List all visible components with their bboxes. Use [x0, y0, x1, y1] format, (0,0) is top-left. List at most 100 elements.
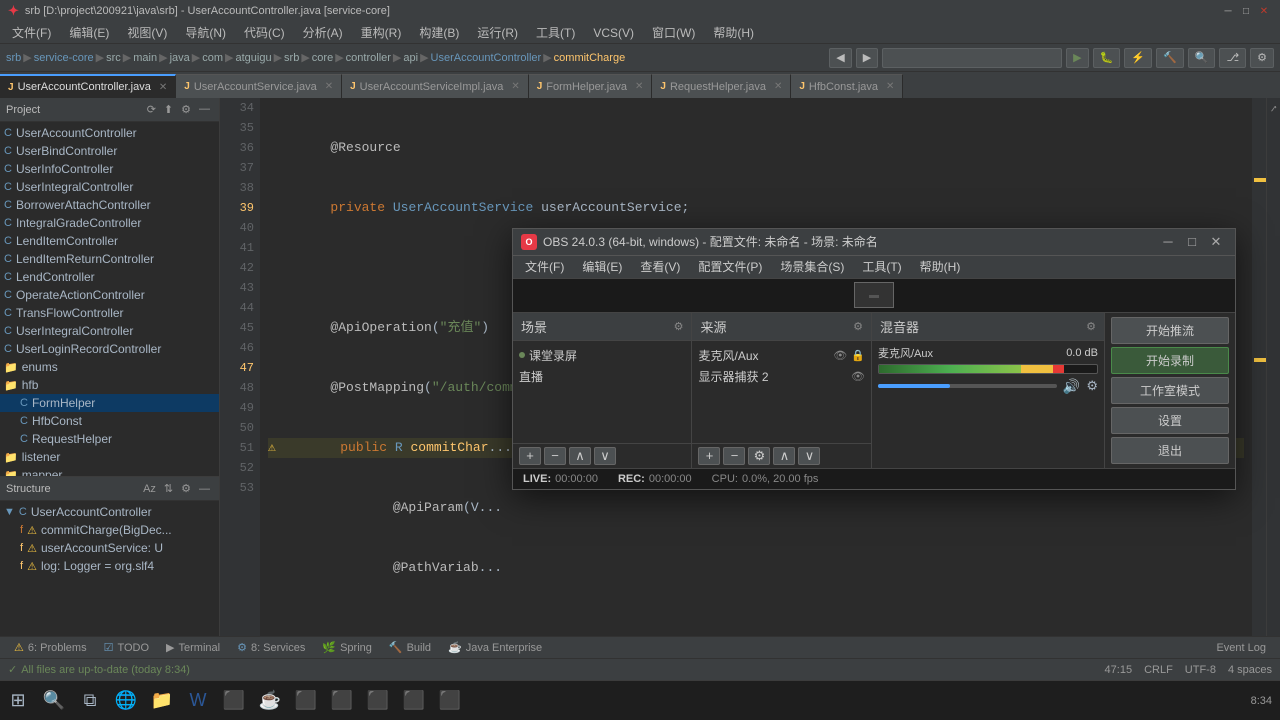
- bottom-tab-todo[interactable]: ☑ TODO: [96, 639, 157, 656]
- obs-scenes-remove-button[interactable]: −: [544, 447, 566, 465]
- menu-code[interactable]: 代码(C): [236, 22, 293, 43]
- tree-item-userintegral2-ctrl[interactable]: C UserIntegralController: [0, 322, 219, 340]
- obs-sources-remove-button[interactable]: −: [723, 447, 745, 465]
- tree-item-formhelper[interactable]: C FormHelper: [0, 394, 219, 412]
- breadcrumb-srb[interactable]: srb: [6, 52, 21, 64]
- breadcrumb-main[interactable]: main: [133, 52, 157, 64]
- sidebar-collapse-btn[interactable]: ⬆: [161, 102, 176, 117]
- breadcrumb-core[interactable]: core: [312, 52, 333, 64]
- obs-settings-button[interactable]: 设置: [1111, 407, 1229, 434]
- tab-close-6[interactable]: ✕: [886, 81, 894, 92]
- obs-minimize-button[interactable]: ─: [1157, 233, 1179, 251]
- ide-close-button[interactable]: ✕: [1256, 3, 1272, 19]
- menu-file[interactable]: 文件(F): [4, 22, 59, 43]
- taskbar-app11-icon[interactable]: ⬛: [432, 683, 468, 719]
- tree-item-hfbconst[interactable]: C HfbConst: [0, 412, 219, 430]
- tab-close-1[interactable]: ✕: [159, 82, 167, 93]
- breadcrumb-srb2[interactable]: srb: [284, 52, 299, 64]
- obs-mixer-settings-icon[interactable]: ⚙: [1086, 320, 1096, 333]
- breadcrumb-method[interactable]: commitCharge: [554, 52, 626, 64]
- tree-item-enums[interactable]: 📁 enums: [0, 358, 219, 376]
- tree-item-userintegral-ctrl[interactable]: C UserIntegralController: [0, 178, 219, 196]
- toolbar-nav-forward[interactable]: ▶: [856, 48, 878, 68]
- obs-menu-profile[interactable]: 配置文件(P): [690, 256, 770, 277]
- obs-close-button[interactable]: ✕: [1205, 233, 1227, 251]
- status-indent[interactable]: 4 spaces: [1228, 664, 1272, 676]
- tab-close-5[interactable]: ✕: [774, 81, 782, 92]
- tab-useraccountservice[interactable]: J UserAccountService.java ✕: [176, 74, 342, 98]
- obs-eye-icon-1[interactable]: 👁: [833, 349, 847, 362]
- menu-help[interactable]: 帮助(H): [705, 22, 762, 43]
- run-config-input[interactable]: ServiceSmsApplication: [882, 48, 1062, 68]
- breadcrumb-atguigu[interactable]: atguigu: [235, 52, 271, 64]
- bottom-tab-build[interactable]: 🔨 Build: [381, 639, 439, 656]
- obs-sources-down-button[interactable]: ∨: [798, 447, 820, 465]
- breadcrumb-controller[interactable]: controller: [346, 52, 391, 64]
- taskbar-start-button[interactable]: ⊞: [0, 683, 36, 719]
- tree-item-userbind-ctrl[interactable]: C UserBindController: [0, 142, 219, 160]
- taskbar-app5-icon[interactable]: ⬛: [216, 683, 252, 719]
- obs-scenes-up-button[interactable]: ∧: [569, 447, 591, 465]
- taskbar-app10-icon[interactable]: ⬛: [396, 683, 432, 719]
- obs-lock-icon-1[interactable]: 🔒: [851, 349, 865, 362]
- obs-volume-icon[interactable]: 🔊: [1063, 378, 1080, 395]
- tree-item-lend-ctrl[interactable]: C LendController: [0, 268, 219, 286]
- debug-button[interactable]: 🐛: [1093, 48, 1121, 68]
- sidebar-settings-btn[interactable]: ⚙: [178, 102, 194, 117]
- obs-exit-button[interactable]: 退出: [1111, 437, 1229, 464]
- tree-item-lenditemreturn-ctrl[interactable]: C LendItemReturnController: [0, 250, 219, 268]
- obs-scenes-settings-icon[interactable]: ⚙: [674, 320, 684, 333]
- tab-formhelper[interactable]: J FormHelper.java ✕: [529, 74, 653, 98]
- tree-item-lenditem-ctrl[interactable]: C LendItemController: [0, 232, 219, 250]
- structure-method-commit[interactable]: f ⚠ commitCharge(BigDec...: [0, 521, 219, 539]
- ide-minimize-button[interactable]: ─: [1220, 3, 1236, 19]
- tree-item-mapper[interactable]: 📁 mapper: [0, 466, 219, 476]
- taskbar-app6-icon[interactable]: ☕: [252, 683, 288, 719]
- obs-menu-tools[interactable]: 工具(T): [854, 256, 909, 277]
- profile-button[interactable]: ⚡: [1124, 48, 1152, 68]
- status-position[interactable]: 47:15: [1105, 664, 1133, 676]
- obs-start-record-button[interactable]: 开始录制: [1111, 347, 1229, 374]
- breadcrumb-service-core[interactable]: service-core: [34, 52, 94, 64]
- tree-item-operateaction-ctrl[interactable]: C OperateActionController: [0, 286, 219, 304]
- tab-close-4[interactable]: ✕: [635, 81, 643, 92]
- obs-scene-classroom[interactable]: 课堂录屏: [519, 345, 685, 366]
- tree-item-requesthelper[interactable]: C RequestHelper: [0, 430, 219, 448]
- obs-sources-add-button[interactable]: +: [698, 447, 720, 465]
- bottom-tab-spring[interactable]: 🌿 Spring: [314, 639, 380, 656]
- obs-studio-mode-button[interactable]: 工作室模式: [1111, 377, 1229, 404]
- tab-requesthelper[interactable]: J RequestHelper.java ✕: [652, 74, 791, 98]
- obs-scenes-add-button[interactable]: +: [519, 447, 541, 465]
- run-button[interactable]: ▶: [1066, 48, 1088, 68]
- tree-item-transflow-ctrl[interactable]: C TransFlowController: [0, 304, 219, 322]
- tree-item-hfb[interactable]: 📁 hfb: [0, 376, 219, 394]
- breadcrumb-src[interactable]: src: [106, 52, 121, 64]
- menu-vcs[interactable]: VCS(V): [585, 24, 642, 42]
- menu-view[interactable]: 视图(V): [119, 22, 175, 43]
- tree-item-userloginrecord-ctrl[interactable]: C UserLoginRecordController: [0, 340, 219, 358]
- breadcrumb-com[interactable]: com: [202, 52, 223, 64]
- structure-class[interactable]: ▼ C UserAccountController: [0, 503, 219, 521]
- status-charset[interactable]: UTF-8: [1185, 664, 1216, 676]
- search-everywhere[interactable]: 🔍: [1188, 48, 1216, 68]
- structure-sort-alpha[interactable]: Az: [140, 482, 159, 496]
- menu-edit[interactable]: 编辑(E): [61, 22, 117, 43]
- tree-item-listener[interactable]: 📁 listener: [0, 448, 219, 466]
- taskbar-explorer-icon[interactable]: 📁: [144, 683, 180, 719]
- sidebar-expand-btn[interactable]: ⟳: [144, 102, 159, 117]
- toolbar-nav-back[interactable]: ◀: [829, 48, 851, 68]
- taskbar-app8-icon[interactable]: ⬛: [324, 683, 360, 719]
- bottom-tab-problems[interactable]: ⚠ 6: Problems: [6, 639, 95, 656]
- tab-useraccountserviceimpl[interactable]: J UserAccountServiceImpl.java ✕: [342, 74, 529, 98]
- tree-item-integralgrade-ctrl[interactable]: C IntegralGradeController: [0, 214, 219, 232]
- tab-close-3[interactable]: ✕: [511, 81, 519, 92]
- taskbar-search-icon[interactable]: 🔍: [36, 683, 72, 719]
- obs-start-stream-button[interactable]: 开始推流: [1111, 317, 1229, 344]
- structure-close[interactable]: —: [196, 482, 213, 496]
- breadcrumb-class[interactable]: UserAccountController: [431, 52, 542, 64]
- bottom-tab-java-enterprise[interactable]: ☕ Java Enterprise: [440, 639, 550, 656]
- obs-scene-live[interactable]: 直播: [519, 366, 685, 387]
- tree-item-useraccount-ctrl[interactable]: C UserAccountController: [0, 124, 219, 142]
- tab-close-2[interactable]: ✕: [325, 81, 333, 92]
- bottom-tab-terminal[interactable]: ▶ Terminal: [158, 639, 228, 656]
